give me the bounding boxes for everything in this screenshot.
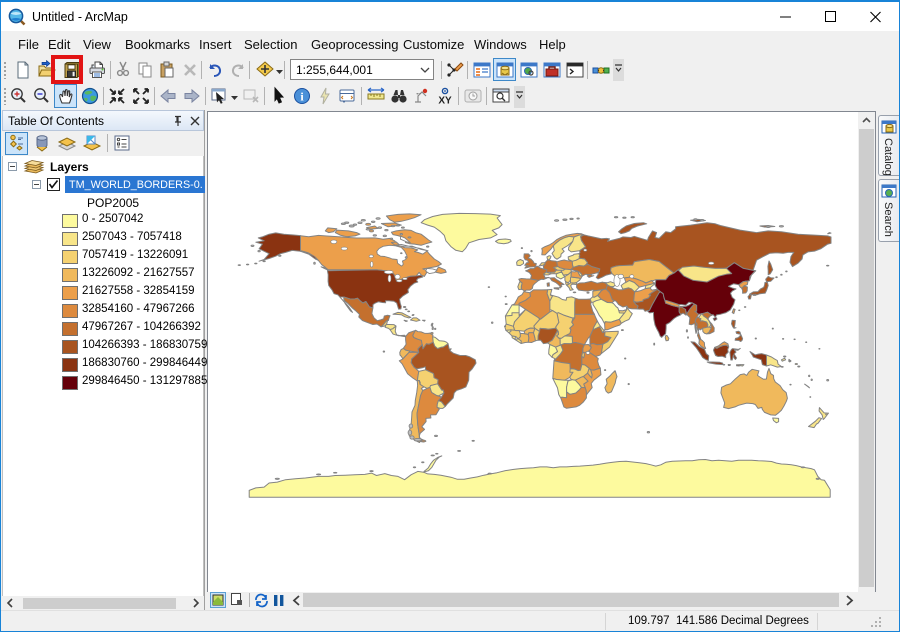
svg-text:XY: XY [438,96,452,107]
svg-text:←: ← [415,90,422,97]
